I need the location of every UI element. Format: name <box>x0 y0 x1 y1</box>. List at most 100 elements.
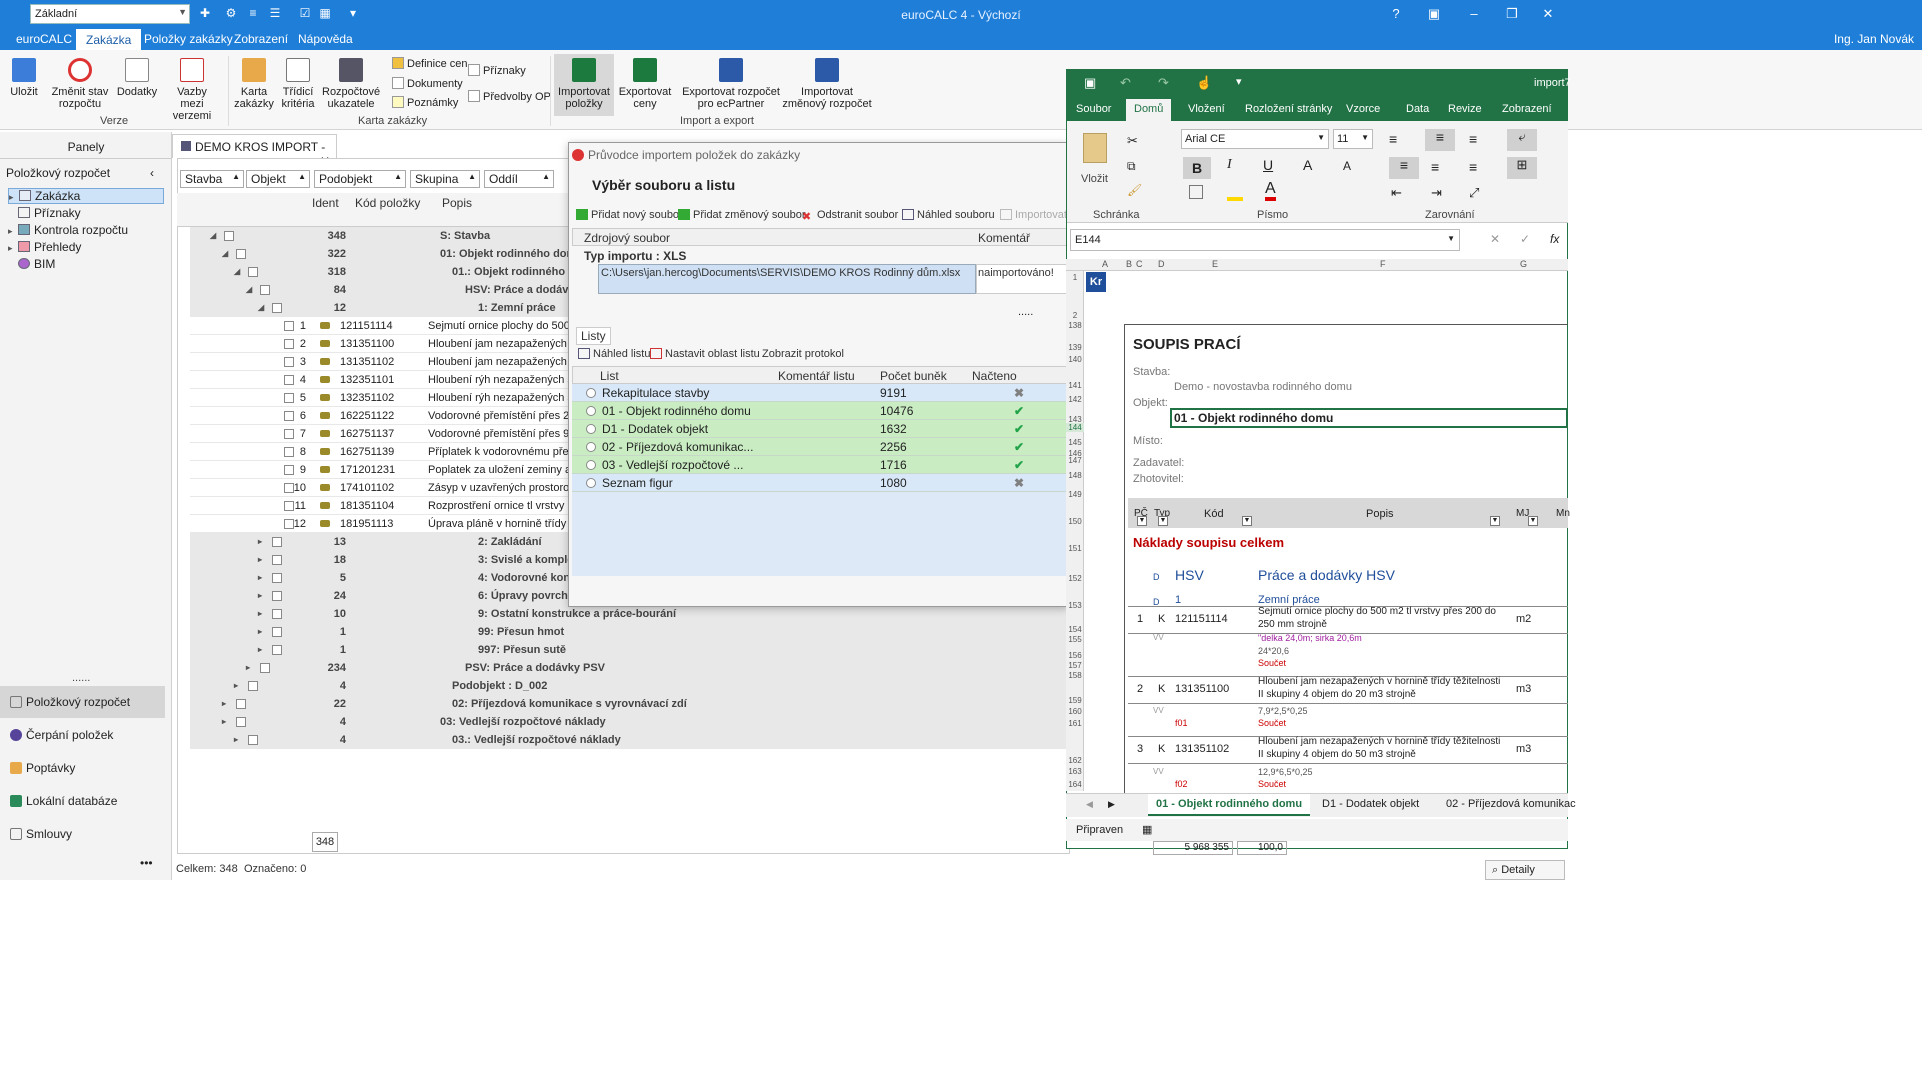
sheet-preview-button[interactable]: Náhled listu <box>578 348 650 360</box>
row-header[interactable]: 162 <box>1066 756 1084 765</box>
tree-item-priznaky[interactable]: Příznaky <box>8 206 81 220</box>
row-header[interactable]: 151 <box>1066 544 1084 553</box>
row-header[interactable]: 141 <box>1066 381 1084 390</box>
help-icon[interactable]: ? <box>1376 4 1416 24</box>
column-header[interactable]: G <box>1520 259 1527 269</box>
excel-tab-vzorce[interactable]: Vzorce <box>1346 103 1380 115</box>
column-header[interactable]: F <box>1380 259 1386 269</box>
align-top-icon[interactable]: ≡ <box>1389 131 1397 147</box>
font-color-icon[interactable]: A <box>1265 181 1276 201</box>
tab-listy[interactable]: Listy <box>576 327 611 345</box>
expand-icon[interactable]: ▸ <box>258 533 262 551</box>
function-icon[interactable]: fx <box>1550 232 1559 246</box>
tree-item-prehledy[interactable]: ▸ Přehledy <box>8 240 81 254</box>
row-header[interactable]: 145 <box>1066 438 1084 447</box>
align-left-icon[interactable]: ≡ <box>1389 157 1419 179</box>
row-header[interactable]: 144 <box>1066 423 1084 432</box>
tree-item-kontrola[interactable]: ▸ Kontrola rozpočtu <box>8 223 128 237</box>
definice-cen-button[interactable]: Definice cen <box>392 57 468 70</box>
bold-button[interactable]: B <box>1183 157 1211 179</box>
sheet-row[interactable]: 01 - Objekt rodinného domu 10476 ✔ <box>572 402 1067 420</box>
karta-zakazky-button[interactable]: Karta zakázky <box>234 58 274 110</box>
details-button[interactable]: ⌕ Detaily <box>1485 860 1565 880</box>
nav-lokalni-databaze[interactable]: Lokální databáze <box>0 785 165 817</box>
sheet-radio[interactable] <box>586 442 596 452</box>
row-checkbox[interactable] <box>224 231 234 241</box>
row-header[interactable]: 147 <box>1066 456 1084 465</box>
row-checkbox[interactable] <box>248 735 258 745</box>
excel-tab-vlozeni[interactable]: Vložení <box>1188 103 1225 115</box>
row-checkbox[interactable] <box>272 609 282 619</box>
grow-font-icon[interactable]: A <box>1303 157 1312 173</box>
table-row[interactable]: ▸ 4 03: Vedlejší rozpočtové náklady <box>190 713 1070 731</box>
filter-dropdown-icon[interactable]: ▼ <box>1158 516 1168 526</box>
rozpoctove-ukazatele-button[interactable]: Rozpočtové ukazatele <box>322 58 380 110</box>
filter-podobjekt[interactable]: Podobjekt ▲ <box>314 170 406 188</box>
expand-icon[interactable]: ◢ <box>222 245 228 263</box>
cut-icon[interactable]: ✂ <box>1127 133 1138 149</box>
excel-tab-domu[interactable]: Domů <box>1126 99 1172 121</box>
sheet-radio[interactable] <box>586 424 596 434</box>
sheet-row[interactable]: Seznam figur 1080 ✖ <box>572 474 1067 492</box>
remove-file-button[interactable]: ✖ Odstranit soubor <box>802 209 898 223</box>
expand-icon[interactable]: ◢ <box>210 227 216 245</box>
menu-napoveda[interactable]: Nápověda <box>290 32 361 46</box>
import-button[interactable]: Importovat <box>1000 209 1067 221</box>
sheet-radio[interactable] <box>586 478 596 488</box>
splitter-dots[interactable]: ...... <box>72 672 90 684</box>
excel-tab-zobrazeni[interactable]: Zobrazení <box>1502 103 1552 115</box>
filter-objekt[interactable]: Objekt ▲ <box>246 170 310 188</box>
excel-tab-rozlozeni[interactable]: Rozložení stránky <box>1245 103 1332 115</box>
change-state-button[interactable]: Změnit stav rozpočtu <box>50 58 110 110</box>
row-header[interactable]: 158 <box>1066 671 1084 680</box>
row-header[interactable]: 150 <box>1066 517 1084 526</box>
nav-polozkovy-rozpocet[interactable]: Položkový rozpočet <box>0 686 165 718</box>
nav-smlouvy[interactable]: Smlouvy <box>0 818 165 850</box>
row-header[interactable]: 140 <box>1066 355 1084 364</box>
vazby-button[interactable]: Vazby mezi verzemi <box>164 58 220 122</box>
table-row[interactable]: ▸ 234 PSV: Práce a dodávky PSV <box>190 659 1070 677</box>
filter-dropdown-icon[interactable]: ▼ <box>1137 516 1147 526</box>
indent-icon[interactable]: ⇥ <box>1431 185 1442 201</box>
col-ident[interactable]: Ident <box>312 196 339 210</box>
save-button[interactable]: Uložit <box>4 58 44 98</box>
enter-formula-icon[interactable]: ✓ <box>1520 232 1530 246</box>
align-center-icon[interactable]: ≡ <box>1431 159 1439 175</box>
show-protocol-button[interactable]: Zobrazit protokol <box>762 348 844 360</box>
import-polozky-button[interactable]: Importovat položky <box>554 54 614 116</box>
row-checkbox[interactable] <box>272 627 282 637</box>
priznaky-button[interactable]: Příznaky <box>468 64 526 77</box>
column-header[interactable]: B <box>1126 259 1132 269</box>
row-checkbox[interactable] <box>272 645 282 655</box>
save-icon[interactable]: ▣ <box>1084 75 1096 91</box>
shrink-font-icon[interactable]: A <box>1343 159 1351 173</box>
row-checkbox[interactable] <box>272 555 282 565</box>
row-header[interactable]: 155 <box>1066 635 1084 644</box>
menu-zobrazeni[interactable]: Zobrazení <box>226 32 296 46</box>
row-header[interactable]: 1 <box>1066 273 1084 282</box>
filter-stavba[interactable]: Stavba ▲ <box>180 170 244 188</box>
filter-dropdown-icon[interactable]: ▼ <box>1490 516 1500 526</box>
row-header[interactable]: 152 <box>1066 574 1084 583</box>
row-checkbox[interactable] <box>272 573 282 583</box>
excel-tab-revize[interactable]: Revize <box>1448 103 1482 115</box>
table-row[interactable]: ▸ 22 02: Příjezdová komunikace s vyrovnáva… <box>190 695 1070 713</box>
expand-icon[interactable]: ▸ <box>258 587 262 605</box>
close-button[interactable]: ✕ <box>1528 4 1568 24</box>
table-row[interactable]: ▸ 4 Podobjekt : D_002 <box>190 677 1070 695</box>
row-checkbox[interactable] <box>272 303 282 313</box>
sheet-radio[interactable] <box>586 460 596 470</box>
touch-icon[interactable]: ☝ <box>1196 75 1212 91</box>
outdent-icon[interactable]: ⇤ <box>1391 185 1402 201</box>
col-nacteno[interactable]: Načteno <box>972 369 1017 383</box>
table-row[interactable]: ▸ 10 9: Ostatní konstrukce a práce-bourání <box>190 605 1070 623</box>
row-header[interactable]: 138 <box>1066 321 1084 330</box>
expand-icon[interactable]: ▸ <box>246 659 250 677</box>
underline-button[interactable]: U <box>1263 157 1273 173</box>
menu-eurocalc[interactable]: euroCALC <box>8 32 80 46</box>
menu-zakazka[interactable]: Zakázka <box>76 29 142 50</box>
row-header[interactable]: 164 <box>1066 780 1084 789</box>
filter-skupina[interactable]: Skupina ▲ <box>410 170 480 188</box>
column-header[interactable]: D <box>1158 259 1165 269</box>
paste-button[interactable]: Vložit <box>1081 173 1108 185</box>
